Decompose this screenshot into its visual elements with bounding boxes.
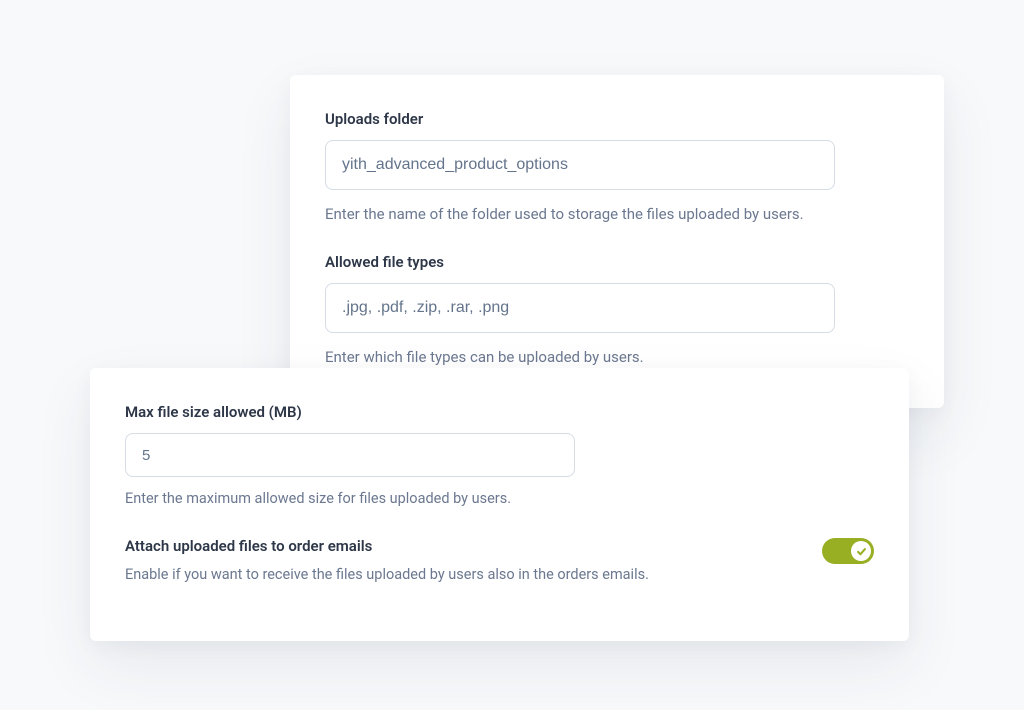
uploads-folder-input[interactable]: [325, 140, 835, 190]
check-icon: [851, 541, 871, 561]
max-file-size-group: Max file size allowed (MB) Enter the max…: [125, 403, 874, 509]
attach-emails-label: Attach uploaded files to order emails: [125, 537, 802, 555]
max-file-size-input[interactable]: [125, 433, 575, 477]
attach-emails-group: Attach uploaded files to order emails En…: [125, 537, 874, 585]
attach-emails-toggle[interactable]: [822, 538, 874, 564]
max-file-size-help: Enter the maximum allowed size for files…: [125, 489, 874, 509]
allowed-file-types-help: Enter which file types can be uploaded b…: [325, 347, 909, 368]
upload-settings-panel-upper: Uploads folder Enter the name of the fol…: [290, 75, 944, 408]
allowed-file-types-input[interactable]: [325, 283, 835, 333]
allowed-file-types-label: Allowed file types: [325, 253, 909, 271]
attach-emails-help: Enable if you want to receive the files …: [125, 565, 802, 585]
max-file-size-label: Max file size allowed (MB): [125, 403, 874, 421]
allowed-file-types-group: Allowed file types Enter which file type…: [325, 253, 909, 368]
uploads-folder-group: Uploads folder Enter the name of the fol…: [325, 110, 909, 225]
uploads-folder-label: Uploads folder: [325, 110, 909, 128]
upload-settings-panel-lower: Max file size allowed (MB) Enter the max…: [90, 368, 909, 641]
uploads-folder-help: Enter the name of the folder used to sto…: [325, 204, 909, 225]
